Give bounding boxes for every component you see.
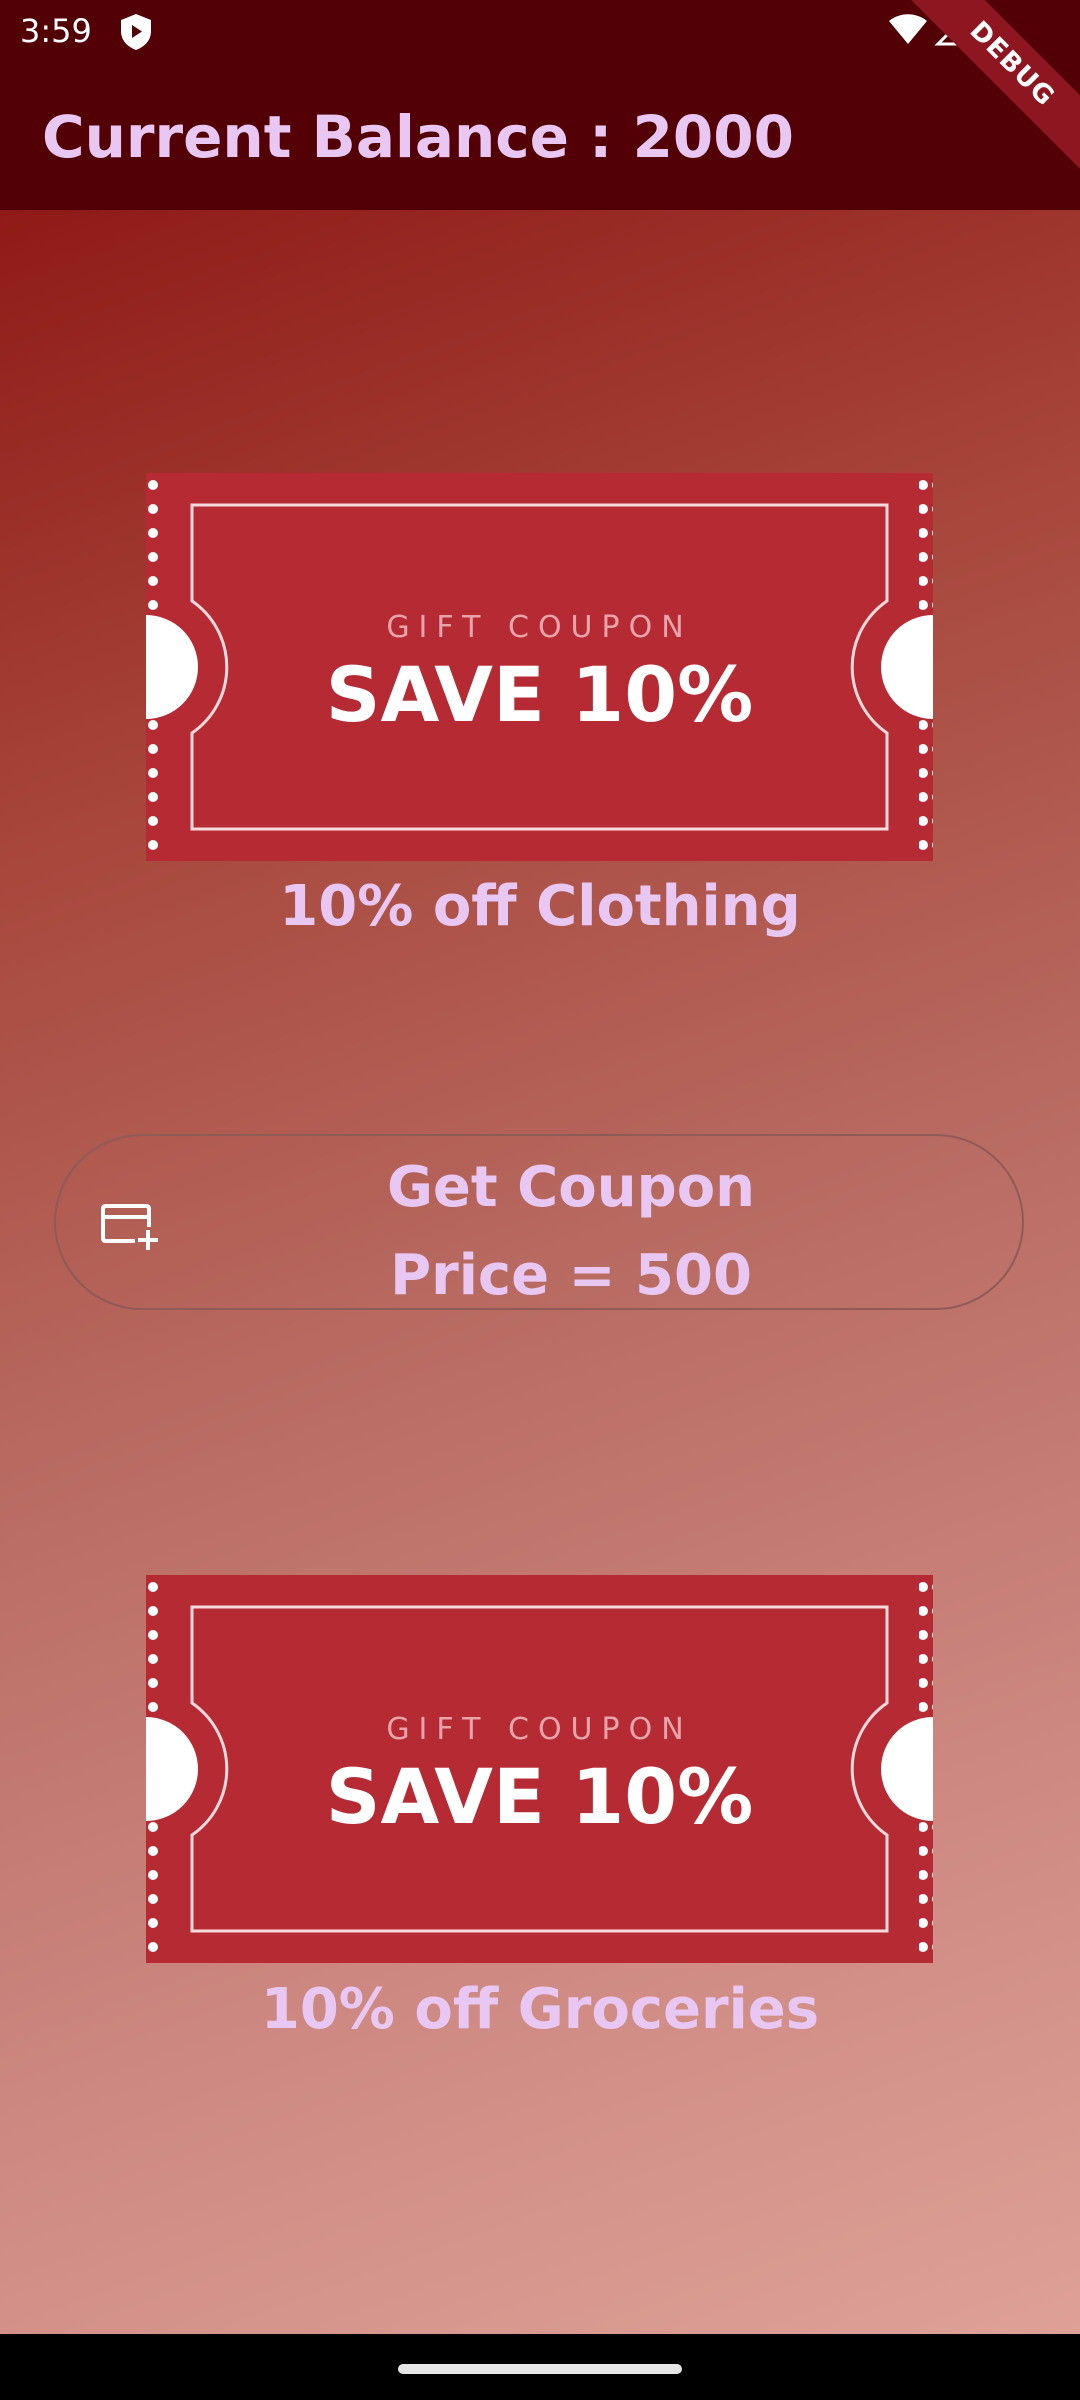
coupon-kicker: GIFT COUPON xyxy=(386,610,693,645)
coupon-caption-clothing: 10% off Clothing xyxy=(279,874,801,939)
coupon-headline: SAVE 10% xyxy=(325,1752,754,1841)
coupon-kicker: GIFT COUPON xyxy=(386,1712,693,1747)
top-bar: 3:59 Current Balance : 2000 DEBUG xyxy=(0,0,1080,210)
navigation-bar xyxy=(0,2334,1080,2400)
get-coupon-button[interactable]: Get Coupon Price = 500 xyxy=(54,1134,1024,1310)
get-coupon-line1: Get Coupon xyxy=(386,1155,756,1220)
get-coupon-price: Price = 500 xyxy=(390,1243,752,1308)
shield-icon xyxy=(121,14,151,50)
coupon-card-groceries: GIFT COUPON SAVE 10% xyxy=(146,1575,933,1963)
get-coupon-label: Get Coupon Price = 500 xyxy=(206,1144,936,1320)
add-card-icon xyxy=(101,1204,158,1250)
coupon-caption-groceries: 10% off Groceries xyxy=(260,1977,820,2042)
current-balance-title: Current Balance : 2000 xyxy=(42,103,794,171)
home-gesture-handle[interactable] xyxy=(398,2364,682,2374)
coupon-headline: SAVE 10% xyxy=(325,650,754,739)
wifi-icon xyxy=(889,14,927,44)
status-time: 3:59 xyxy=(20,12,92,50)
coupon-card-clothing: GIFT COUPON SAVE 10% xyxy=(146,473,933,861)
